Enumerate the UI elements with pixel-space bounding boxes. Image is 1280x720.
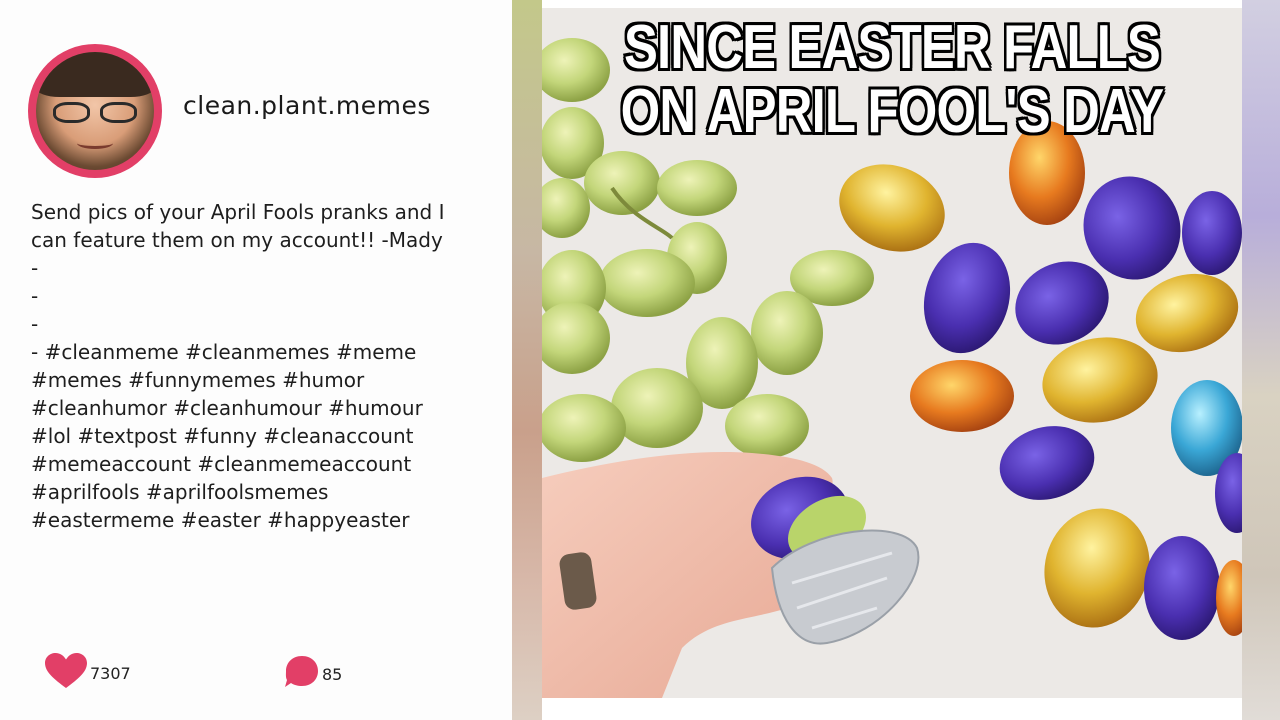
comments-count: 85 [322, 664, 343, 684]
post-panel: clean.plant.memes Send pics of your Apri… [0, 0, 512, 720]
likes[interactable]: 7307 [44, 653, 131, 689]
caption-line: - [31, 284, 39, 308]
speech-bubble-icon[interactable] [284, 654, 320, 690]
caption-line: can feature them on my account!! -Mady [31, 228, 443, 252]
avatar[interactable] [28, 44, 162, 178]
caption-line: #lol #textpost #funny #cleanaccount [31, 424, 414, 448]
meme-caption: SINCE EASTER FALLS ON APRIL FOOL'S DAY [605, 16, 1179, 144]
caption-line: - #cleanmeme #cleanmemes #meme [31, 340, 417, 364]
caption-line: #memeaccount #cleanmemeaccount [31, 452, 412, 476]
caption-line: Send pics of your April Fools pranks and… [31, 200, 445, 224]
caption-line: #eastermeme #easter #happyeaster [31, 508, 410, 532]
meme-caption-line: ON APRIL FOOL'S DAY [620, 77, 1164, 146]
caption-line: - [31, 256, 39, 280]
blurred-background-right [1242, 0, 1280, 720]
caption-line: #cleanhumor #cleanhumour #humour [31, 396, 423, 420]
post-caption: Send pics of your April Fools pranks and… [31, 198, 491, 534]
blurred-background-left [512, 0, 542, 720]
avatar-glasses [52, 101, 138, 123]
meme-bottom-strip [542, 698, 1242, 720]
caption-line: - [31, 312, 39, 336]
avatar-hair [36, 52, 154, 97]
comments[interactable]: 85 [284, 654, 342, 690]
avatar-photo [36, 52, 154, 170]
heart-icon[interactable] [44, 652, 88, 690]
avatar-smile [77, 137, 113, 149]
username[interactable]: clean.plant.memes [183, 91, 431, 120]
meme-image[interactable]: SINCE EASTER FALLS ON APRIL FOOL'S DAY [542, 8, 1242, 698]
caption-line: #memes #funnymemes #humor [31, 368, 365, 392]
likes-count: 7307 [90, 663, 131, 683]
caption-line: #aprilfools #aprilfoolsmemes [31, 480, 329, 504]
meme-caption-line: SINCE EASTER FALLS [623, 13, 1161, 82]
